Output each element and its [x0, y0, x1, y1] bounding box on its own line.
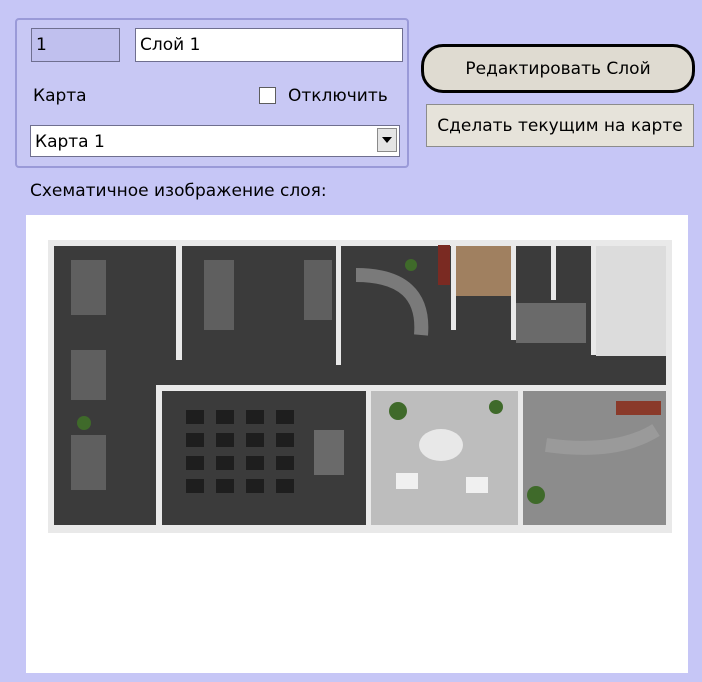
- layer-id-field[interactable]: 1: [31, 28, 120, 62]
- disable-label: Отключить: [288, 86, 388, 106]
- chevron-down-icon[interactable]: [377, 128, 397, 152]
- layer-name-field[interactable]: Слой 1: [135, 28, 403, 62]
- edit-layer-button[interactable]: Редактировать Слой: [421, 44, 695, 93]
- map-select-value: Карта 1: [35, 132, 105, 152]
- disable-checkbox[interactable]: [259, 87, 276, 104]
- make-current-on-map-button[interactable]: Сделать текущим на карте: [426, 104, 694, 147]
- map-select[interactable]: Карта 1: [30, 125, 400, 157]
- map-label: Карта: [33, 86, 87, 106]
- layer-preview-label: Схематичное изображение слоя:: [30, 181, 327, 201]
- floor-plan-image: [48, 240, 672, 533]
- layer-preview-box: [26, 215, 688, 673]
